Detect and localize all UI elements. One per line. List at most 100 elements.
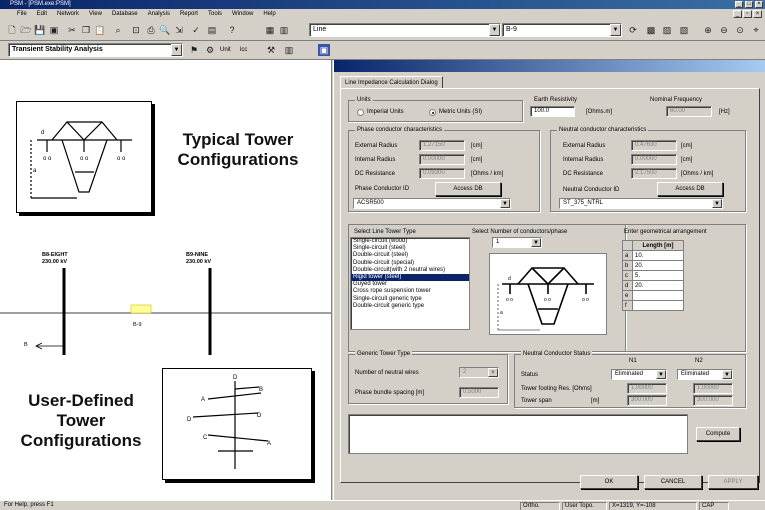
chevron-down-icon[interactable]: ▼	[488, 368, 498, 377]
lcc-button[interactable]: lcc	[240, 46, 247, 54]
tower-type-list[interactable]: Single-circuit (wood) Single-circuit (st…	[350, 237, 470, 330]
length-cell[interactable]: 20.	[632, 260, 684, 271]
length-cell[interactable]	[632, 300, 684, 311]
n1-status-select[interactable]: Eliminated ▼	[611, 369, 667, 380]
run-icon[interactable]: ⚑	[188, 44, 200, 56]
properties-icon[interactable]: ▤	[206, 24, 218, 36]
imperial-radio[interactable]	[357, 109, 364, 116]
menu-window[interactable]: Window	[227, 9, 258, 19]
window-icon[interactable]: ▣	[318, 44, 330, 56]
minimize-icon[interactable]: _	[735, 1, 743, 8]
menu-file[interactable]: File	[12, 9, 32, 19]
mdi-close-icon[interactable]: ×	[753, 10, 762, 18]
print-preview-icon[interactable]: 🔍	[159, 24, 171, 36]
menu-edit[interactable]: Edit	[32, 9, 52, 19]
bundle-spacing-input[interactable]: 0.5000	[459, 387, 499, 398]
settings-icon[interactable]: ⚙	[204, 44, 216, 56]
phase-dc-input[interactable]: 0.09300	[419, 168, 465, 179]
export-icon[interactable]: ⇲	[173, 24, 185, 36]
list-item[interactable]: Single-circuit generic type	[351, 296, 469, 303]
image-icon[interactable]: ▨	[661, 24, 673, 36]
paste-icon[interactable]: 📋	[94, 24, 106, 36]
ok-button[interactable]: OK	[580, 475, 638, 489]
line-selection-marker[interactable]	[130, 304, 152, 314]
fit-icon[interactable]: ⊡	[130, 24, 142, 36]
list-item[interactable]: Cross rope suspension tower	[351, 288, 469, 295]
list-item[interactable]: Double-circuit(with 2 neutral wires)	[351, 267, 469, 274]
chevron-down-icon[interactable]: ▼	[531, 238, 541, 247]
phase-ext-radius-input[interactable]: 1.27150	[419, 140, 465, 151]
length-cell[interactable]: 10.	[632, 250, 684, 261]
list-item[interactable]: Double-circuit (steel)	[351, 252, 469, 259]
mdi-restore-icon[interactable]: ▫	[743, 10, 752, 18]
chevron-down-icon[interactable]: ▼	[610, 24, 621, 36]
n2-span-input[interactable]: 300.000	[693, 395, 733, 406]
copy-icon[interactable]: ❐	[80, 24, 92, 36]
menu-report[interactable]: Report	[175, 9, 203, 19]
close-icon[interactable]: ×	[755, 1, 763, 8]
neutral-dc-input[interactable]: 2.17500	[631, 168, 677, 179]
length-cell[interactable]: 5.	[632, 270, 684, 281]
neutral-wires-select[interactable]: 2 ▼	[459, 367, 499, 378]
neutral-conductor-select[interactable]: ST_375_NTRL ▼	[559, 198, 723, 209]
zoom-out-icon[interactable]: ⊖	[718, 24, 730, 36]
n1-span-input[interactable]: 300.000	[627, 395, 667, 406]
chevron-down-icon[interactable]: ▼	[489, 24, 500, 36]
zoom-in-icon[interactable]: ⊕	[702, 24, 714, 36]
table-icon[interactable]: ▥	[278, 24, 290, 36]
list-item[interactable]: Double-circuit (special)	[351, 260, 469, 267]
matrix-icon[interactable]: ▩	[645, 24, 657, 36]
new-icon[interactable]: 🗋	[6, 24, 18, 36]
n2-status-select[interactable]: Eliminated ▼	[677, 369, 733, 380]
n1-footing-input[interactable]: 1.00000	[627, 383, 667, 394]
earth-resistivity-input[interactable]: 100.0	[530, 106, 575, 117]
phase-access-db-button[interactable]: Access DB	[435, 182, 501, 196]
phase-int-radius-input[interactable]: 0.00000	[419, 154, 465, 165]
help-icon[interactable]: ?	[226, 24, 238, 36]
open-icon[interactable]: 🗁	[20, 24, 32, 36]
print-icon[interactable]: ⎙	[145, 24, 157, 36]
diagram-canvas[interactable]: o o o o o o d a Typical Tower Configuration…	[0, 60, 332, 500]
length-cell[interactable]: 20.	[632, 280, 684, 291]
chevron-down-icon[interactable]: ▼	[171, 44, 182, 56]
unit-button[interactable]: Unit	[220, 46, 231, 54]
chart-icon[interactable]: ▧	[678, 24, 690, 36]
chevron-down-icon[interactable]: ▼	[500, 199, 510, 208]
neutral-ext-radius-input[interactable]: 0.47630	[631, 140, 677, 151]
save-icon[interactable]: 💾	[34, 24, 46, 36]
results-textarea[interactable]	[348, 414, 688, 454]
neutral-int-radius-input[interactable]: 0.00000	[631, 154, 677, 165]
cancel-button[interactable]: CANCEL	[644, 475, 702, 489]
menu-tools[interactable]: Tools	[203, 9, 227, 19]
menu-help[interactable]: Help	[258, 9, 280, 19]
list-item[interactable]: Single-circuit (steel)	[351, 245, 469, 252]
phase-conductor-select[interactable]: ACSR500 ▼	[353, 198, 511, 209]
save-all-icon[interactable]: ▣	[48, 24, 60, 36]
chevron-down-icon[interactable]: ▼	[656, 370, 666, 379]
frequency-input[interactable]: 60.00	[666, 106, 712, 117]
refresh-icon[interactable]: ⟳	[627, 24, 639, 36]
layout-icon[interactable]: ▥	[283, 44, 295, 56]
cut-icon[interactable]: ✂	[66, 24, 78, 36]
neutral-access-db-button[interactable]: Access DB	[657, 182, 723, 196]
list-item-selected[interactable]: Rigid tower (steel)	[351, 274, 469, 282]
list-item[interactable]: Single-circuit (wood)	[351, 238, 469, 245]
compute-button[interactable]: Compute	[696, 427, 740, 441]
apply-button[interactable]: APPLY	[708, 475, 758, 489]
chevron-down-icon[interactable]: ▼	[712, 199, 722, 208]
element-name-select[interactable]: B-9 ▼	[502, 23, 622, 37]
element-type-select[interactable]: Line ▼	[309, 23, 501, 37]
menu-database[interactable]: Database	[107, 9, 143, 19]
menu-analysis[interactable]: Analysis	[143, 9, 175, 19]
metric-radio[interactable]	[429, 109, 436, 116]
chevron-down-icon[interactable]: ▼	[722, 370, 732, 379]
n2-footing-input[interactable]: 1.00000	[693, 383, 733, 394]
grid-icon[interactable]: ▦	[264, 24, 276, 36]
tool-icon[interactable]: ⚒	[265, 44, 277, 56]
menu-network[interactable]: Network	[52, 9, 84, 19]
list-item[interactable]: Guyed tower	[351, 281, 469, 288]
zoom-window-icon[interactable]: ⌕	[112, 24, 124, 36]
mdi-minimize-icon[interactable]: _	[733, 10, 742, 18]
zoom-prev-icon[interactable]: ⌖	[750, 24, 762, 36]
maximize-icon[interactable]: □	[745, 1, 753, 8]
